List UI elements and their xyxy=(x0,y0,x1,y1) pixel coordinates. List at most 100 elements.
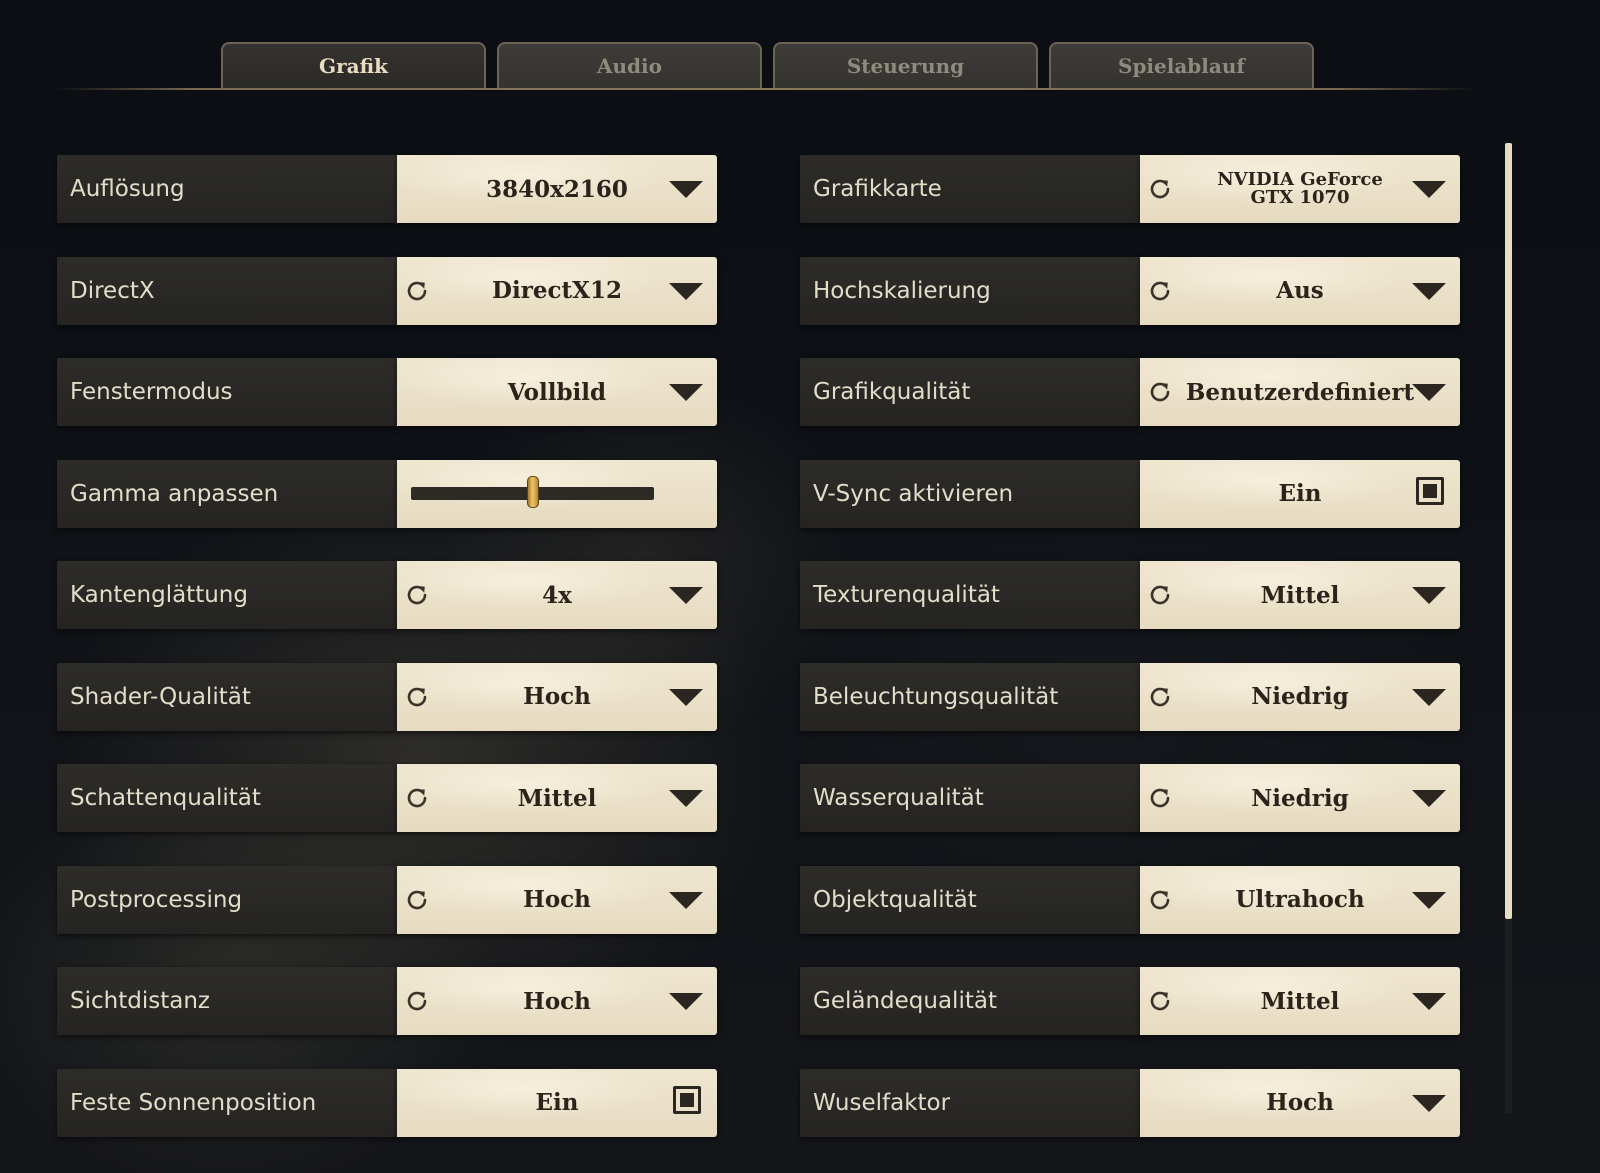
setting-value: 3840x2160 xyxy=(486,175,628,203)
setting-value: Hoch xyxy=(523,886,591,913)
setting-value: Hoch xyxy=(523,987,591,1015)
chevron-down-icon[interactable] xyxy=(1412,384,1446,401)
reset-icon[interactable] xyxy=(1146,378,1174,406)
scrollbar[interactable] xyxy=(1505,143,1512,1113)
setting-label: DirectX xyxy=(57,256,397,325)
reset-icon[interactable] xyxy=(403,581,431,609)
chevron-down-icon[interactable] xyxy=(1412,1094,1446,1112)
chevron-down-icon[interactable] xyxy=(669,587,703,604)
setting-value: Benutzerdefiniert xyxy=(1185,378,1415,406)
reset-icon[interactable] xyxy=(403,784,431,812)
reset-icon[interactable] xyxy=(1146,886,1174,914)
setting-label: Wasserqualität xyxy=(800,764,1140,832)
chevron-down-icon[interactable] xyxy=(1412,181,1446,198)
dropdown-select[interactable]: Hoch xyxy=(397,662,717,731)
dropdown-select[interactable]: Hoch xyxy=(1140,1068,1460,1137)
reset-icon[interactable] xyxy=(1146,683,1174,711)
dropdown-select[interactable]: Vollbild xyxy=(397,358,717,426)
reset-icon[interactable] xyxy=(403,987,431,1015)
setting-row-wuselfaktor: Wuselfaktor Hoch xyxy=(800,1068,1460,1137)
setting-label: Auflösung xyxy=(57,155,397,223)
setting-label: Grafikqualität xyxy=(800,358,1140,426)
gamma-slider[interactable] xyxy=(397,459,717,528)
setting-value: Mittel xyxy=(1260,987,1340,1015)
setting-label: Kantenglättung xyxy=(57,561,397,629)
setting-row-shader-qualitat: Shader-Qualität Hoch xyxy=(57,662,717,731)
chevron-down-icon[interactable] xyxy=(1412,688,1446,706)
slider-handle[interactable] xyxy=(526,475,539,508)
setting-value: Vollbild xyxy=(507,378,607,406)
dropdown-select[interactable]: Ultrahoch xyxy=(1140,865,1460,934)
tab-audio[interactable]: Audio xyxy=(497,42,762,88)
dropdown-select[interactable]: Aus xyxy=(1140,256,1460,325)
chevron-down-icon[interactable] xyxy=(669,688,703,706)
scrollbar-thumb[interactable] xyxy=(1505,143,1512,919)
reset-icon[interactable] xyxy=(1146,784,1174,812)
tab-steuerung[interactable]: Steuerung xyxy=(773,42,1038,88)
setting-label: Grafikkarte xyxy=(800,155,1140,223)
chevron-down-icon[interactable] xyxy=(669,993,703,1010)
reset-icon[interactable] xyxy=(403,277,431,305)
chevron-down-icon[interactable] xyxy=(1412,790,1446,807)
chevron-down-icon[interactable] xyxy=(1412,891,1446,909)
dropdown-select[interactable]: Benutzerdefiniert xyxy=(1140,358,1460,426)
setting-label: Shader-Qualität xyxy=(57,662,397,731)
setting-value: Aus xyxy=(1276,277,1324,304)
setting-row-objektqualitat: Objektqualität Ultrahoch xyxy=(800,865,1460,934)
checkbox-icon[interactable] xyxy=(1416,476,1444,505)
setting-value: Hoch xyxy=(1266,1089,1334,1116)
setting-label: Beleuchtungsqualität xyxy=(800,662,1140,731)
setting-label: V-Sync aktivieren xyxy=(800,459,1140,528)
setting-row-fenstermodus: Fenstermodus Vollbild xyxy=(57,358,717,426)
dropdown-select[interactable]: Hoch xyxy=(397,967,717,1035)
dropdown-select[interactable]: Mittel xyxy=(1140,561,1460,629)
dropdown-select[interactable]: Niedrig xyxy=(1140,662,1460,731)
dropdown-select[interactable]: Niedrig xyxy=(1140,764,1460,832)
dropdown-select[interactable]: 4x xyxy=(397,561,717,629)
setting-row-grafikkarte: Grafikkarte NVIDIA GeForce GTX 1070 xyxy=(800,155,1460,223)
setting-row-kantenglattung: Kantenglättung 4x xyxy=(57,561,717,629)
dropdown-select[interactable]: Mittel xyxy=(397,764,717,832)
setting-row-sichtdistanz: Sichtdistanz Hoch xyxy=(57,967,717,1035)
chevron-down-icon[interactable] xyxy=(1412,282,1446,300)
chevron-down-icon[interactable] xyxy=(1412,993,1446,1010)
setting-value: Mittel xyxy=(517,784,597,812)
setting-row-auflosung: Auflösung 3840x2160 xyxy=(57,155,717,223)
setting-row-texturenqualitat: Texturenqualität Mittel xyxy=(800,561,1460,629)
setting-value: Niedrig xyxy=(1251,784,1349,812)
tab-spielablauf[interactable]: Spielablauf xyxy=(1049,42,1314,88)
reset-icon[interactable] xyxy=(403,886,431,914)
setting-row-hochskalierung: Hochskalierung Aus xyxy=(800,256,1460,325)
toggle-control[interactable]: Ein xyxy=(397,1068,717,1137)
dropdown-select[interactable]: Hoch xyxy=(397,865,717,934)
reset-icon[interactable] xyxy=(1146,987,1174,1015)
dropdown-select[interactable]: 3840x2160 xyxy=(397,155,717,223)
chevron-down-icon[interactable] xyxy=(669,181,703,198)
chevron-down-icon[interactable] xyxy=(669,790,703,807)
setting-row-grafikqualitat: Grafikqualität Benutzerdefiniert xyxy=(800,358,1460,426)
reset-icon[interactable] xyxy=(1146,175,1174,203)
tab-grafik[interactable]: Grafik xyxy=(221,42,486,88)
dropdown-select[interactable]: Mittel xyxy=(1140,967,1460,1035)
setting-row-postprocessing: Postprocessing Hoch xyxy=(57,865,717,934)
reset-icon[interactable] xyxy=(1146,277,1174,305)
reset-icon[interactable] xyxy=(403,683,431,711)
setting-row-v-sync-aktivieren: V-Sync aktivieren Ein xyxy=(800,459,1460,528)
dropdown-select[interactable]: NVIDIA GeForce GTX 1070 xyxy=(1140,155,1460,223)
setting-value: 4x xyxy=(542,581,572,609)
chevron-down-icon[interactable] xyxy=(669,282,703,300)
setting-value: NVIDIA GeForce GTX 1070 xyxy=(1217,169,1383,208)
chevron-down-icon[interactable] xyxy=(669,384,703,401)
dropdown-select[interactable]: DirectX12 xyxy=(397,256,717,325)
setting-value: Niedrig xyxy=(1251,683,1349,710)
reset-icon[interactable] xyxy=(1146,581,1174,609)
setting-label: Feste Sonnenposition xyxy=(57,1068,397,1137)
checkbox-icon[interactable] xyxy=(673,1085,701,1114)
toggle-control[interactable]: Ein xyxy=(1140,459,1460,528)
checkbox-checked-mark xyxy=(1423,483,1437,498)
setting-value: Ultrahoch xyxy=(1235,886,1365,913)
chevron-down-icon[interactable] xyxy=(1412,587,1446,604)
chevron-down-icon[interactable] xyxy=(669,891,703,909)
setting-row-directx: DirectX DirectX12 xyxy=(57,256,717,325)
setting-label: Objektqualität xyxy=(800,865,1140,934)
